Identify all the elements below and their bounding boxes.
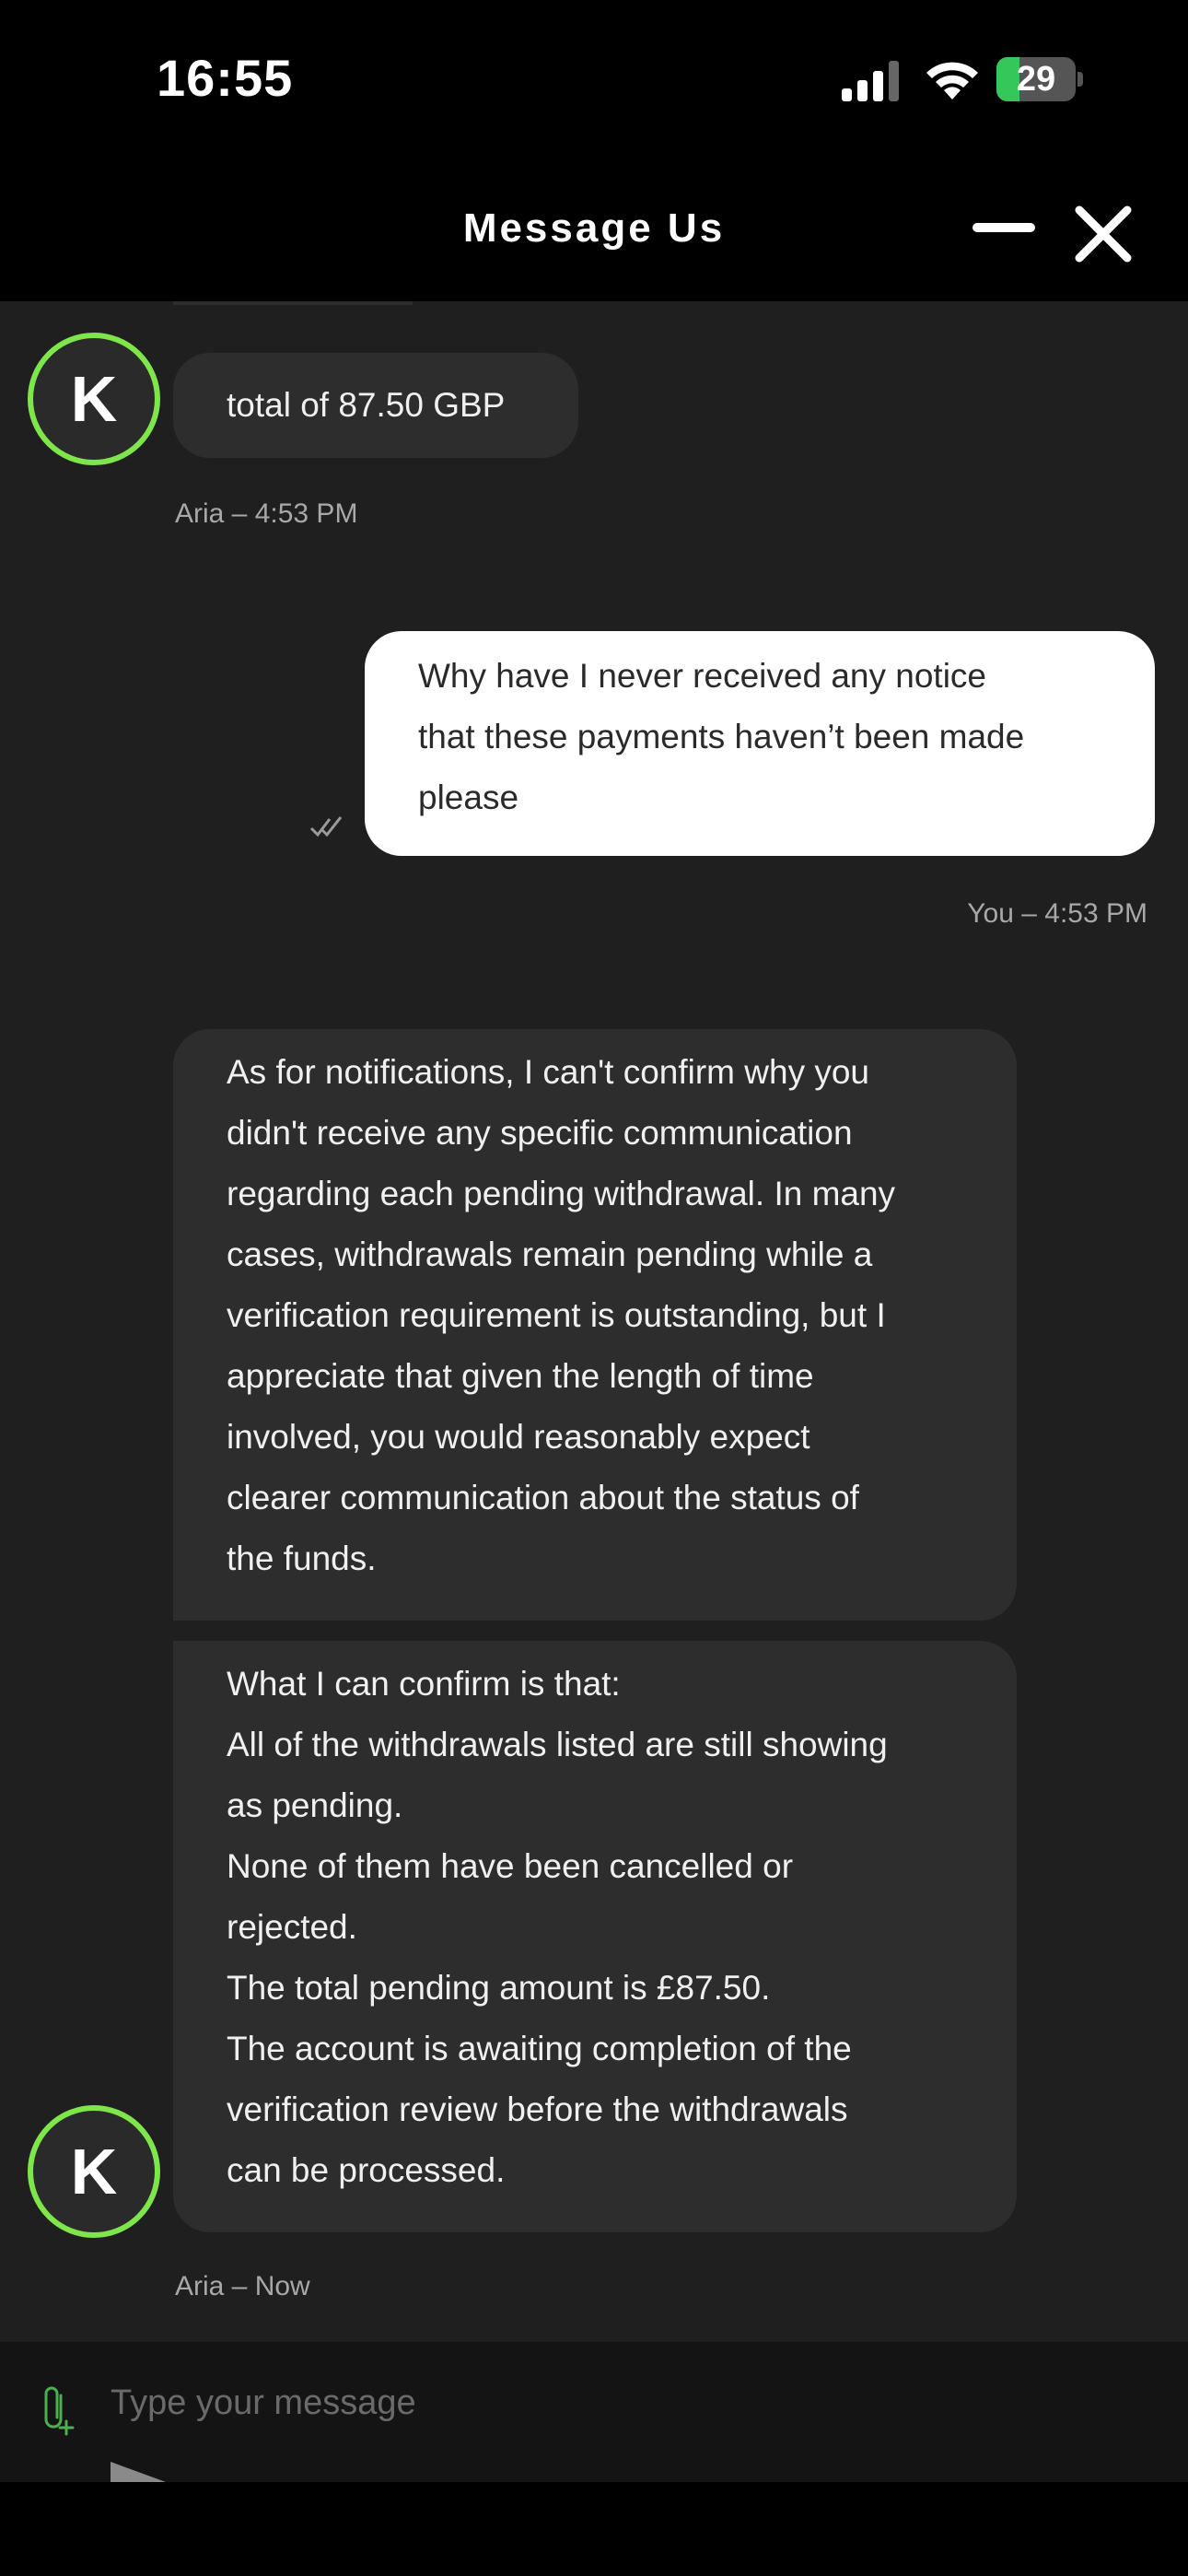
- message-text: as pending.: [227, 1786, 403, 1824]
- message-text: involved, you would reasonably expect: [227, 1418, 810, 1456]
- message-text: regarding each pending withdrawal. In ma…: [227, 1175, 896, 1212]
- message-text: total of 87.50 GBP: [227, 386, 506, 424]
- agent-message-bubble: What I can confirm is that: All of the w…: [173, 1641, 1017, 2232]
- message-text: appreciate that given the length of time: [227, 1357, 814, 1395]
- attachment-icon[interactable]: [37, 2384, 77, 2436]
- minimize-icon[interactable]: [973, 210, 1035, 247]
- message-text: None of them have been cancelled or: [227, 1847, 794, 1885]
- message-input[interactable]: [111, 2375, 1031, 2430]
- double-check-icon: [309, 816, 343, 837]
- battery-level: 29: [1016, 60, 1056, 99]
- message-text: rejected.: [227, 1908, 357, 1946]
- wifi-icon: [926, 62, 978, 100]
- message-meta: Aria – 4:53 PM: [175, 498, 358, 529]
- user-message-bubble: Why have I never received any notice tha…: [365, 631, 1155, 856]
- message-text: What I can confirm is that:: [227, 1665, 621, 1703]
- message-text: Why have I never received any notice: [418, 657, 986, 695]
- send-icon[interactable]: [111, 2462, 166, 2482]
- status-time: 16:55: [157, 49, 294, 107]
- status-bar: 16:55 29: [0, 0, 1188, 161]
- chat-thread[interactable]: K total of 87.50 GBP Aria – 4:53 PM Why …: [0, 301, 1188, 2342]
- home-indicator-area: [0, 2482, 1188, 2576]
- message-meta: Aria – Now: [175, 2271, 310, 2301]
- cellular-signal-icon: [842, 61, 899, 101]
- message-text: didn't receive any specific communicatio…: [227, 1114, 853, 1152]
- message-text: verification requirement is outstanding,…: [227, 1296, 886, 1334]
- message-text: clearer communication about the status o…: [227, 1479, 859, 1516]
- message-text: that these payments haven’t been made: [418, 718, 1025, 755]
- avatar: K: [28, 333, 160, 465]
- close-icon[interactable]: [1074, 205, 1133, 263]
- message-text: The account is awaiting completion of th…: [227, 2030, 852, 2067]
- message-meta: You – 4:53 PM: [967, 898, 1147, 929]
- avatar: K: [28, 2105, 160, 2238]
- message-text: cases, withdrawals remain pending while …: [227, 1235, 873, 1273]
- message-text: All of the withdrawals listed are still …: [227, 1726, 888, 1763]
- message-text: the funds.: [227, 1540, 377, 1577]
- message-text: verification review before the withdrawa…: [227, 2090, 848, 2128]
- agent-message-bubble: As for notifications, I can't confirm wh…: [173, 1029, 1017, 1621]
- agent-message-bubble: total of 87.50 GBP: [173, 353, 578, 458]
- message-text: The total pending amount is £87.50.: [227, 1969, 771, 2007]
- message-text: As for notifications, I can't confirm wh…: [227, 1053, 870, 1091]
- message-text: please: [418, 779, 519, 816]
- divider: [173, 301, 413, 305]
- battery-charging-icon: 29: [996, 57, 1085, 101]
- message-text: can be processed.: [227, 2151, 506, 2189]
